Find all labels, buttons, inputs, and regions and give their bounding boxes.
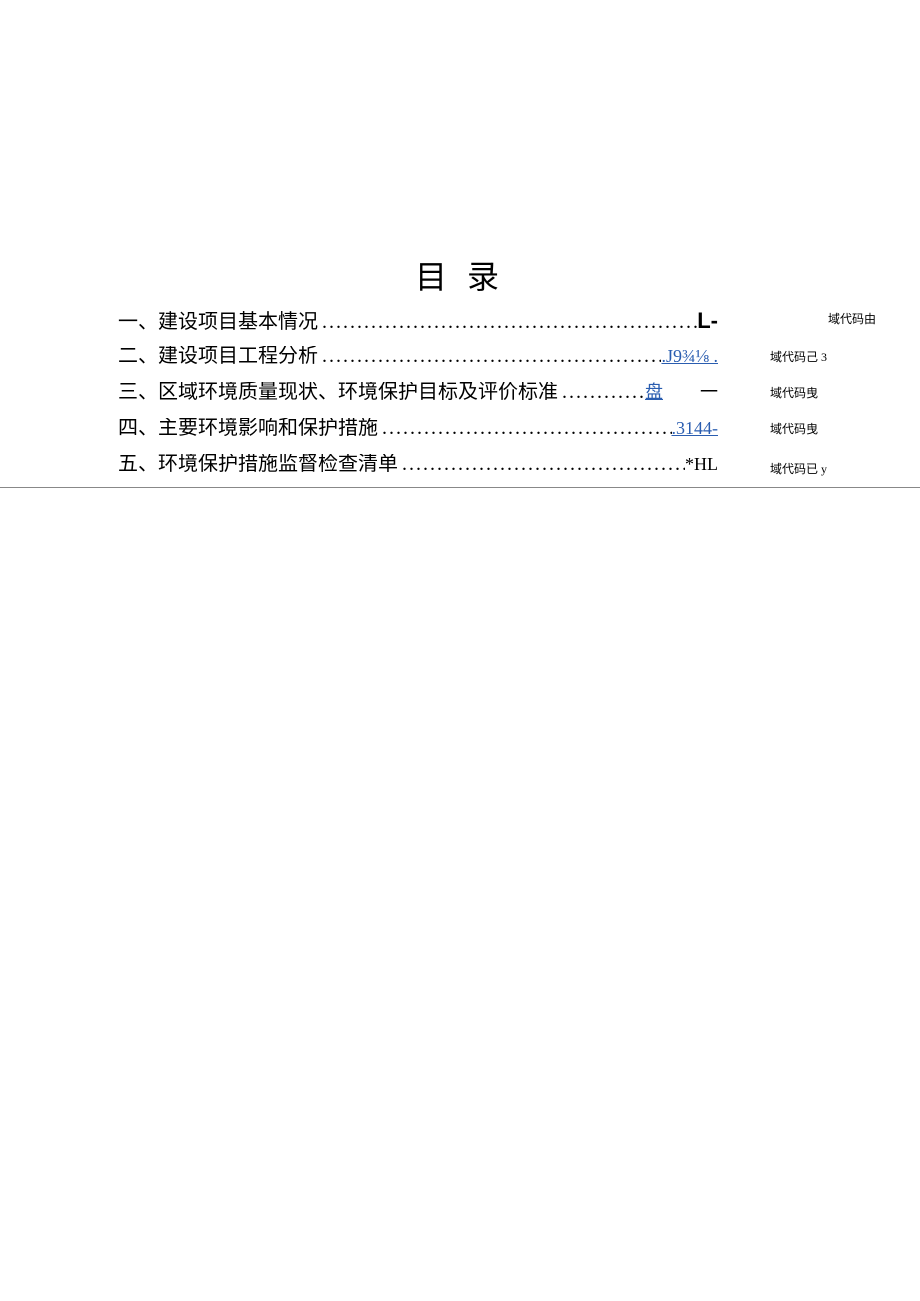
side-note-3: 域代码曳: [770, 384, 818, 401]
toc-label-2: 二、建设项目工程分析: [118, 346, 318, 366]
toc-page-3[interactable]: 盘 一: [645, 383, 718, 401]
toc-title: 目 录: [0, 252, 920, 298]
toc-dots: [318, 346, 661, 366]
toc-page-1: L-: [697, 310, 718, 332]
toc-dots: [378, 418, 672, 438]
toc-label-4: 四、主要环境影响和保护措施: [118, 418, 378, 438]
toc-page-5: *HL: [685, 455, 718, 473]
side-note-4: 域代码曳: [770, 420, 818, 437]
toc-dots: [318, 312, 697, 332]
document-page: 目 录 一、建设项目基本情况 L- 域代码由 二、建设项目工程分析 .J9¾⅛ …: [0, 0, 920, 1301]
toc-page-3b: 一: [700, 382, 718, 402]
side-note-5: 域代码已 y: [770, 460, 827, 477]
toc-page-4[interactable]: .3144-: [672, 419, 719, 437]
toc-label-5: 五、环境保护措施监督检查清单: [118, 454, 398, 474]
toc-page-2[interactable]: .J9¾⅛ .: [661, 347, 718, 365]
toc-dots: [558, 382, 645, 402]
toc-row-2: 二、建设项目工程分析 .J9¾⅛ .: [118, 346, 718, 366]
cut-line: [0, 487, 920, 488]
toc-row-3: 三、区域环境质量现状、环境保护目标及评价标准 盘 一: [118, 382, 718, 402]
toc-label-3: 三、区域环境质量现状、环境保护目标及评价标准: [118, 382, 558, 402]
toc-row-5: 五、环境保护措施监督检查清单 *HL: [118, 454, 718, 474]
side-note-2: 域代码己 3: [770, 348, 827, 365]
toc-row-1: 一、建设项目基本情况 L- 域代码由: [118, 310, 718, 332]
toc-page-3a[interactable]: 盘: [645, 382, 663, 402]
toc-row-4: 四、主要环境影响和保护措施 .3144-: [118, 418, 718, 438]
toc-dots: [398, 454, 685, 474]
toc-label-1: 一、建设项目基本情况: [118, 312, 318, 332]
side-note-1: 域代码由: [828, 310, 876, 327]
